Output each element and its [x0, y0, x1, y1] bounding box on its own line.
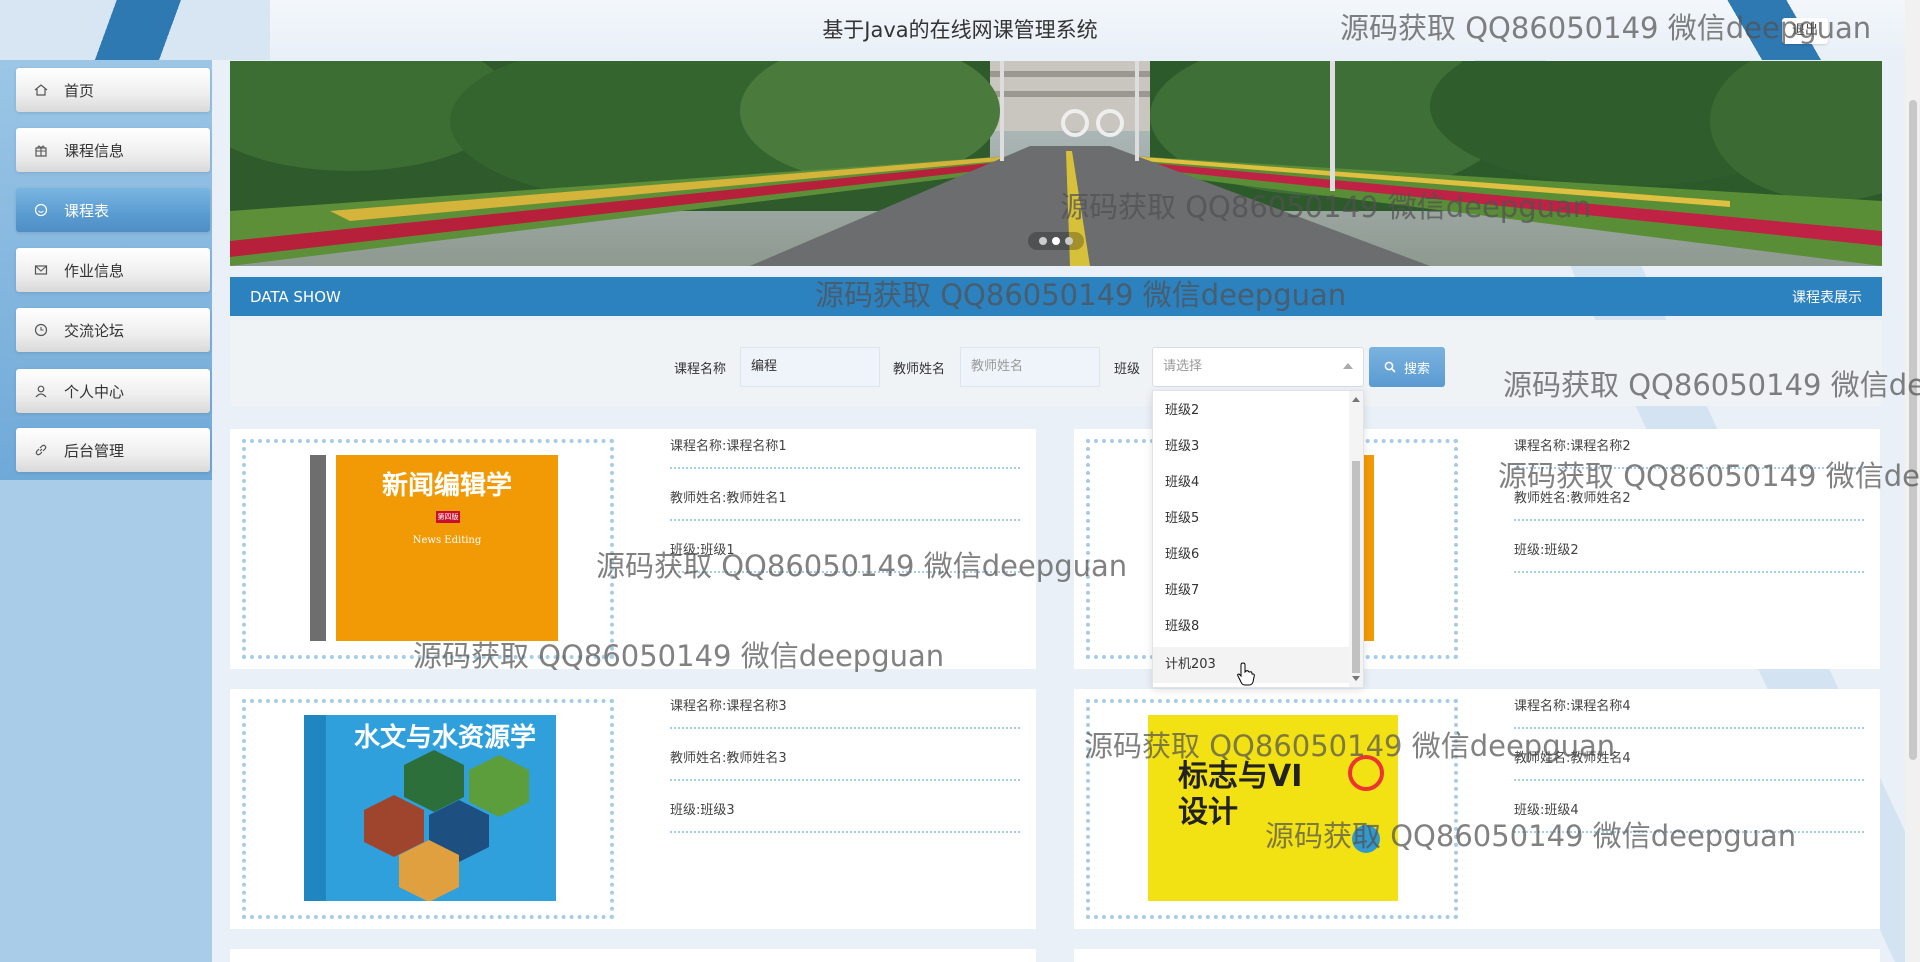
sidebar-item-schedule[interactable]: 课程表: [16, 188, 210, 232]
sidebar-item-label: 课程表: [64, 201, 110, 220]
class-dropdown-menu[interactable]: 班级2 班级3 班级4 班级5 班级6 班级7 班级8 计机203: [1152, 390, 1364, 688]
sidebar-item-label: 首页: [64, 81, 95, 100]
sidebar-item-label: 交流论坛: [64, 321, 125, 340]
mail-icon: [34, 263, 48, 277]
hand-cursor-icon: [1237, 662, 1255, 686]
course-name-field: 课程名称:课程名称2: [1514, 429, 1864, 469]
home-icon: [34, 83, 48, 97]
logout-button[interactable]: 退出: [1782, 18, 1828, 44]
class-option[interactable]: 班级3: [1153, 429, 1349, 465]
class-field: 班级:班级3: [670, 793, 1020, 833]
teacher-name-field: 教师姓名:教师姓名4: [1514, 741, 1864, 781]
class-option[interactable]: 班级5: [1153, 501, 1349, 537]
course-card[interactable]: 水文与水资源学 课程名称:课程名称3 教师姓名:教师姓名3 班级:班级3: [230, 689, 1036, 929]
scroll-up-arrow-icon[interactable]: [1352, 397, 1360, 402]
teacher-name-field: 教师姓名:教师姓名1: [670, 481, 1020, 521]
sidebar-item-homework[interactable]: 作业信息: [16, 248, 210, 292]
smile-icon: [34, 203, 48, 217]
carousel-dot-active[interactable]: [1052, 237, 1060, 245]
scrollbar-thumb[interactable]: [1352, 461, 1360, 673]
teacher-name-input[interactable]: 教师姓名: [960, 347, 1100, 387]
cover-subtitle: News Editing: [412, 535, 482, 546]
site-title: 基于Java的在线网课管理系统: [822, 18, 1098, 42]
teacher-name-label: 教师姓名: [893, 362, 946, 377]
cover-title-line2: 设计: [1178, 795, 1238, 830]
course-card-partial[interactable]: [1074, 949, 1880, 962]
carousel-indicator: [1028, 232, 1084, 250]
teacher-name-field: 教师姓名:教师姓名3: [670, 741, 1020, 781]
dropdown-scrollbar[interactable]: [1349, 391, 1363, 687]
class-select-placeholder: 请选择: [1163, 359, 1203, 374]
course-cover: 标志与VI 设计: [1148, 715, 1398, 901]
carousel-dot[interactable]: [1039, 237, 1047, 245]
sidebar-item-forum[interactable]: 交流论坛: [16, 308, 210, 352]
class-option[interactable]: 班级7: [1153, 573, 1349, 609]
class-option[interactable]: 班级6: [1153, 537, 1349, 573]
section-title-right: 课程表展示: [1792, 289, 1862, 306]
course-cover: 新闻编辑学 第四版 News Editing: [310, 455, 558, 641]
course-name-field: 课程名称:课程名称3: [670, 689, 1020, 729]
course-name-field: 课程名称:课程名称4: [1514, 689, 1864, 729]
link-icon: [34, 443, 48, 457]
course-name-label: 课程名称: [674, 362, 727, 377]
class-select[interactable]: 请选择: [1152, 347, 1364, 387]
carousel-dot[interactable]: [1065, 237, 1073, 245]
cover-hexagon-graphic: [364, 750, 529, 901]
class-option[interactable]: 班级8: [1153, 609, 1349, 645]
course-cover: 水文与水资源学: [304, 715, 556, 901]
sidebar-item-label: 作业信息: [64, 261, 125, 280]
class-label: 班级: [1114, 362, 1141, 377]
course-name-field: 课程名称:课程名称1: [670, 429, 1020, 469]
sidebar-item-label: 个人中心: [64, 382, 125, 401]
page-scrollbar-thumb[interactable]: [1909, 100, 1917, 760]
search-icon: [1384, 361, 1396, 373]
course-card[interactable]: 标志与VI 设计 课程名称:课程名称4 教师姓名:教师姓名4 班级:班级4: [1074, 689, 1880, 929]
scroll-down-arrow-icon[interactable]: [1352, 676, 1360, 681]
sidebar-item-course-info[interactable]: 课程信息: [16, 128, 210, 172]
search-button-label: 搜索: [1403, 361, 1430, 377]
teacher-name-field: 教师姓名:教师姓名2: [1514, 481, 1864, 521]
sidebar-item-admin[interactable]: 后台管理: [16, 428, 210, 472]
search-button[interactable]: 搜索: [1369, 347, 1445, 387]
course-name-input[interactable]: 编程: [740, 347, 880, 387]
class-field: 班级:班级2: [1514, 533, 1864, 573]
cover-edition: 第四版: [436, 511, 460, 523]
cover-title: 新闻编辑学: [381, 471, 512, 501]
user-icon: [34, 384, 48, 398]
course-card-partial[interactable]: [230, 949, 1036, 962]
page-scrollbar[interactable]: [1905, 0, 1920, 962]
sidebar-item-profile[interactable]: 个人中心: [16, 369, 210, 413]
sidebar-item-home[interactable]: 首页: [16, 68, 210, 112]
class-field: 班级:班级1: [670, 533, 1020, 573]
clock-icon: [34, 323, 48, 337]
section-header: DATA SHOW 课程表展示: [230, 277, 1882, 316]
class-option[interactable]: 班级4: [1153, 465, 1349, 501]
course-card[interactable]: 新闻编辑学 第四版 News Editing 课程名称:课程名称1 教师姓名:教…: [230, 429, 1036, 669]
class-option[interactable]: 班级2: [1153, 393, 1349, 429]
class-field: 班级:班级4: [1514, 793, 1864, 833]
sidebar-item-label: 课程信息: [64, 141, 125, 160]
top-header: 基于Java的在线网课管理系统 退出: [0, 0, 1920, 60]
chevron-up-icon: [1343, 363, 1353, 369]
sidebar-item-label: 后台管理: [64, 441, 125, 460]
section-title-left: DATA SHOW: [250, 287, 341, 306]
gift-icon: [34, 143, 48, 157]
